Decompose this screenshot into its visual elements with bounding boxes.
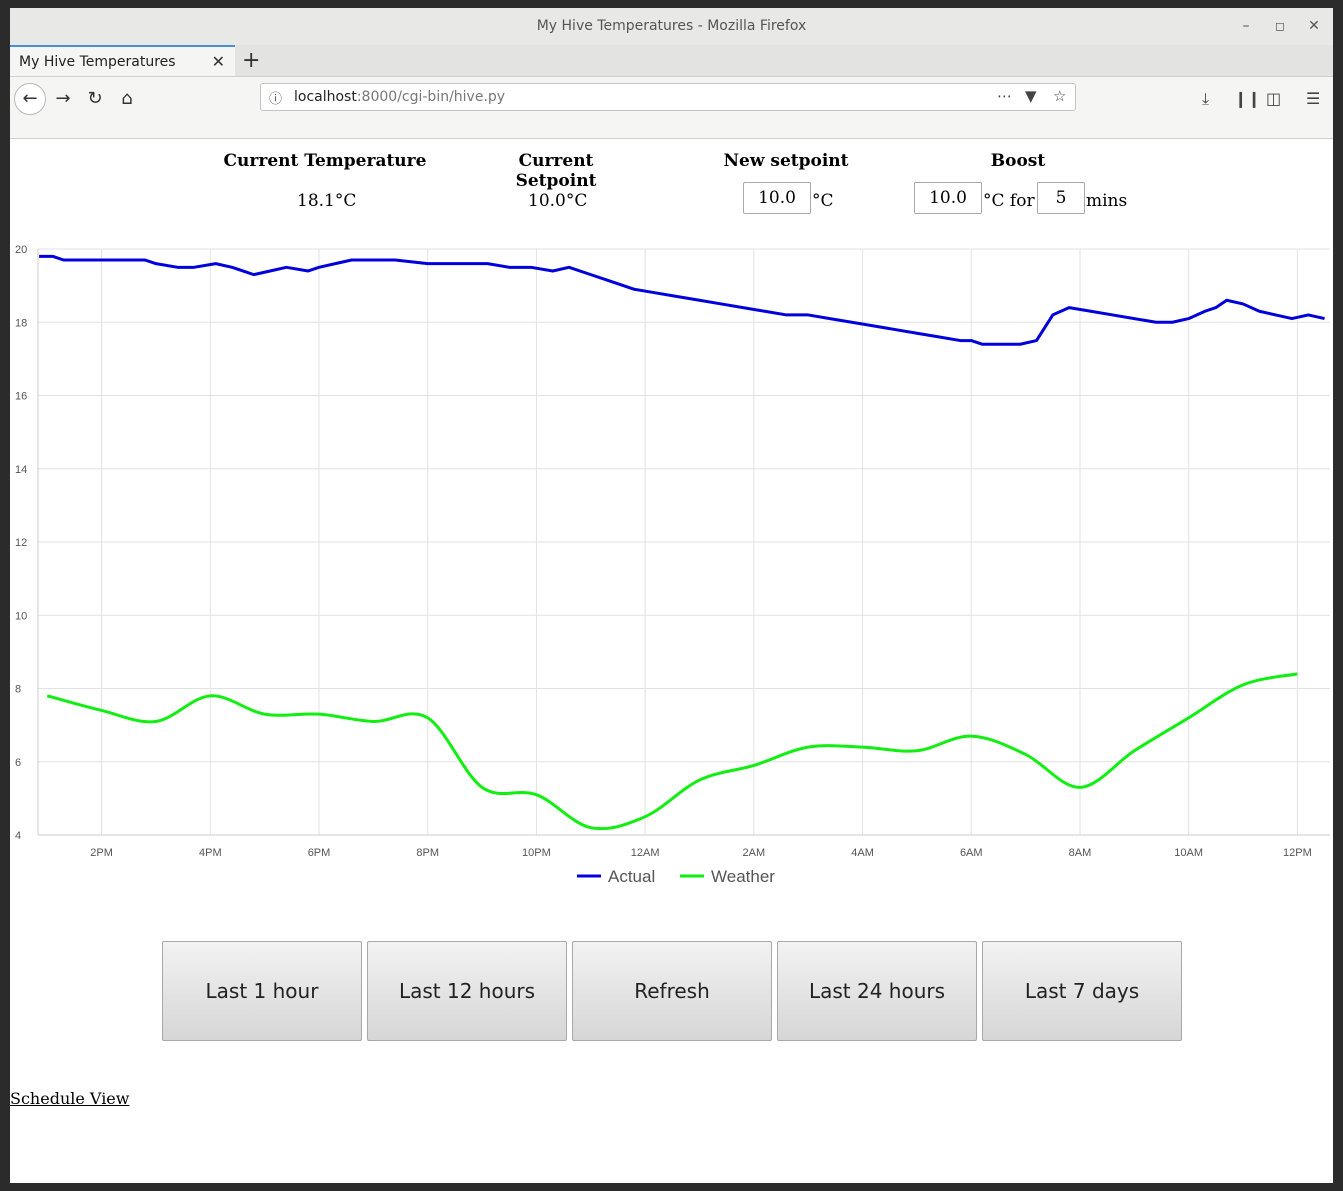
- boost-temperature-input[interactable]: [914, 182, 982, 214]
- maximize-icon[interactable]: ◻: [1270, 16, 1290, 36]
- x-tick-label: 8PM: [416, 847, 439, 859]
- current-temperature-heading: Current Temperature: [223, 151, 427, 171]
- x-tick-label: 6PM: [308, 847, 331, 859]
- bookmark-star-icon[interactable]: ☆: [1053, 87, 1066, 105]
- x-tick-label: 4PM: [199, 847, 222, 859]
- x-tick-label: 4AM: [851, 847, 874, 859]
- x-tick-label: 2PM: [90, 847, 113, 859]
- y-tick-label: 20: [15, 244, 27, 256]
- schedule-view-link[interactable]: Schedule View: [10, 1089, 129, 1108]
- close-window-icon[interactable]: ✕: [1304, 16, 1324, 36]
- last-1-hour-button[interactable]: Last 1 hour: [162, 941, 362, 1041]
- back-icon[interactable]: ←: [14, 83, 46, 115]
- tab-bar: My Hive Temperatures ✕ +: [10, 45, 1333, 77]
- y-tick-label: 12: [15, 537, 27, 549]
- x-tick-label: 6AM: [960, 847, 983, 859]
- series-line-actual: [39, 254, 1325, 346]
- current-temperature-value: 18.1°C: [297, 191, 357, 211]
- y-tick-label: 18: [15, 317, 27, 329]
- y-tick-label: 4: [15, 830, 21, 842]
- minimize-icon[interactable]: –: [1236, 16, 1256, 36]
- tab-my-hive-temperatures[interactable]: My Hive Temperatures ✕: [10, 45, 235, 76]
- current-setpoint-value: 10.0°C: [528, 191, 588, 211]
- downloads-icon[interactable]: ⤓: [1202, 89, 1209, 109]
- browser-window: My Hive Temperatures - Mozilla Firefox –…: [10, 8, 1333, 1183]
- new-setpoint-unit: °C: [812, 191, 834, 211]
- page-actions-icon[interactable]: ⋯: [997, 87, 1012, 105]
- page-content: Current Temperature Current Setpoint New…: [10, 139, 1333, 1183]
- boost-heading: Boost: [990, 151, 1046, 171]
- url-text: localhost:8000/cgi-bin/hive.py: [294, 89, 505, 105]
- sidebar-icon[interactable]: ◫: [1266, 89, 1281, 108]
- y-tick-label: 14: [15, 464, 27, 476]
- tab-label: My Hive Temperatures: [19, 54, 176, 70]
- library-icon[interactable]: ❙❙: [1234, 89, 1261, 108]
- x-tick-label: 12AM: [631, 847, 660, 859]
- legend-label-actual: Actual: [608, 867, 655, 886]
- current-setpoint-heading: Current Setpoint: [515, 151, 597, 191]
- boost-for-label: °C for: [983, 191, 1035, 211]
- last-7-days-button[interactable]: Last 7 days: [982, 941, 1182, 1041]
- url-path: :8000/cgi-bin/hive.py: [356, 89, 506, 105]
- boost-minutes-unit: mins: [1086, 191, 1128, 211]
- reload-icon[interactable]: ↻: [80, 84, 110, 114]
- forward-icon[interactable]: →: [48, 84, 78, 114]
- x-tick-label: 10AM: [1174, 847, 1203, 859]
- new-setpoint-input[interactable]: [743, 182, 811, 214]
- pocket-icon[interactable]: ▼: [1025, 87, 1037, 105]
- tab-close-icon[interactable]: ✕: [212, 52, 225, 71]
- x-tick-label: 8AM: [1069, 847, 1092, 859]
- last-24-hours-button[interactable]: Last 24 hours: [777, 941, 977, 1041]
- url-host: localhost: [294, 89, 357, 105]
- y-tick-label: 10: [15, 610, 27, 622]
- series-line-weather: [46, 672, 1298, 831]
- legend-label-weather: Weather: [711, 867, 775, 886]
- y-tick-label: 16: [15, 391, 27, 403]
- title-bar: My Hive Temperatures - Mozilla Firefox –…: [10, 8, 1333, 46]
- home-icon[interactable]: ⌂: [112, 84, 142, 114]
- y-tick-label: 6: [15, 757, 21, 769]
- x-tick-label: 2AM: [743, 847, 766, 859]
- info-icon[interactable]: ⓘ: [269, 88, 282, 107]
- y-tick-label: 8: [15, 684, 21, 696]
- last-12-hours-button[interactable]: Last 12 hours: [367, 941, 567, 1041]
- menu-icon[interactable]: ☰: [1306, 89, 1320, 108]
- x-tick-label: 12PM: [1283, 847, 1312, 859]
- refresh-button[interactable]: Refresh: [572, 941, 772, 1041]
- temperature-chart: 4 6 8 10 12 14 16 18 20 2PM 4PM 6PM 8PM 10PM 12AM 2AM 4A…: [15, 244, 1330, 886]
- new-tab-icon[interactable]: +: [242, 48, 260, 73]
- x-tick-label: 10PM: [522, 847, 551, 859]
- new-setpoint-heading: New setpoint: [723, 151, 849, 171]
- url-bar[interactable]: ⓘ localhost:8000/cgi-bin/hive.py ⋯ ▼ ☆: [260, 83, 1076, 111]
- navigation-toolbar: ← → ↻ ⌂ ⓘ localhost:8000/cgi-bin/hive.py…: [10, 77, 1333, 139]
- window-title: My Hive Temperatures - Mozilla Firefox: [536, 18, 807, 34]
- boost-minutes-input[interactable]: [1037, 182, 1085, 214]
